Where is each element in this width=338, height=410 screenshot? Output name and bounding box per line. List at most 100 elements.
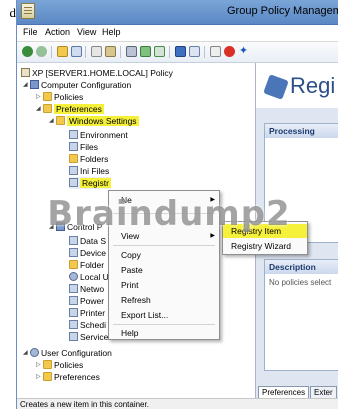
tree-preferences[interactable]: ◢ Preferences — [36, 103, 104, 115]
scheduled-tasks-icon — [69, 320, 78, 329]
help-icon[interactable] — [175, 46, 186, 57]
power-icon — [69, 296, 78, 305]
computer-icon — [30, 80, 39, 89]
tree-printers[interactable]: Printer — [69, 307, 105, 319]
menu-action[interactable]: Action — [45, 27, 70, 37]
network-icon — [69, 284, 78, 293]
tree-control-panel[interactable]: ◢ Control P — [49, 221, 102, 233]
paste-icon[interactable] — [105, 46, 116, 57]
menu-separator — [113, 245, 215, 246]
folder-icon — [43, 104, 52, 113]
new-submenu: Registry Item Registry Wizard — [222, 221, 308, 255]
collapse-arrow-icon[interactable]: ◢ — [23, 347, 30, 359]
tree-root[interactable]: XP [SERVER1.HOME.LOCAL] Policy — [21, 67, 173, 79]
tree-data-sources[interactable]: Data S — [69, 235, 106, 247]
registry-banner-icon — [263, 74, 289, 100]
description-header: Description — [265, 260, 338, 274]
app-icon — [21, 3, 35, 19]
tree-user-policies[interactable]: ▷ Policies — [36, 359, 83, 371]
show-hide-tree-icon[interactable] — [71, 46, 82, 57]
files-icon — [69, 142, 78, 151]
submenu-registry-item[interactable]: Registry Item — [223, 224, 307, 238]
refresh-icon[interactable] — [140, 46, 151, 57]
tree-devices[interactable]: Device — [69, 247, 106, 259]
tree-user-preferences[interactable]: ▷ Preferences — [36, 371, 100, 383]
folder-icon — [43, 360, 52, 369]
context-export-list[interactable]: Export List... — [109, 308, 219, 322]
devices-icon — [69, 248, 78, 257]
context-refresh[interactable]: Refresh — [109, 293, 219, 307]
menu-view[interactable]: View — [77, 27, 96, 37]
tree-local-users[interactable]: Local U — [69, 271, 109, 283]
export-icon[interactable] — [154, 46, 165, 57]
print-icon[interactable] — [126, 46, 137, 57]
environment-icon — [69, 130, 78, 139]
title-bar[interactable]: Group Policy Managemer — [17, 0, 338, 25]
submenu-registry-wizard[interactable]: Registry Wizard — [223, 239, 307, 253]
folder-icon — [43, 372, 52, 381]
context-view[interactable]: View ▶ — [109, 229, 219, 243]
delete-icon[interactable] — [224, 46, 235, 57]
ini-files-icon — [69, 166, 78, 175]
description-panel: Description No policies select — [264, 259, 338, 371]
tree-environment[interactable]: Environment — [69, 129, 128, 141]
menu-separator — [113, 213, 215, 214]
tree-ini-files[interactable]: Ini Files — [69, 165, 109, 177]
tree-power-options[interactable]: Power — [69, 295, 104, 307]
tree-user-configuration[interactable]: ◢ User Configuration — [23, 347, 112, 359]
control-panel-icon — [56, 222, 65, 231]
window-title: Group Policy Managemer — [227, 5, 338, 17]
data-sources-icon — [69, 236, 78, 245]
copy-icon[interactable] — [91, 46, 102, 57]
registry-banner: Regi — [256, 63, 338, 108]
folder-icon — [56, 116, 65, 125]
menu-separator — [113, 324, 215, 325]
collapse-arrow-icon[interactable]: ◢ — [36, 103, 43, 115]
tree-windows-settings[interactable]: ◢ Windows Settings — [49, 115, 139, 127]
registry-banner-title: Regi — [290, 73, 336, 98]
context-print[interactable]: Print — [109, 278, 219, 292]
tree-files[interactable]: Files — [69, 141, 98, 153]
context-menu: Ne ▶ View ▶ Copy Paste Print Refresh Expor… — [108, 190, 220, 340]
registry-icon — [69, 178, 78, 187]
toolbar-separator — [120, 46, 121, 58]
expand-arrow-icon[interactable]: ▷ — [36, 371, 43, 383]
tree-computer-configuration[interactable]: ◢ Computer Configuration — [23, 79, 131, 91]
tree-registry[interactable]: Registr — [69, 177, 111, 189]
context-copy[interactable]: Copy — [109, 248, 219, 262]
tree-scheduled-tasks[interactable]: Schedi — [69, 319, 106, 331]
context-help[interactable]: Help — [109, 326, 219, 340]
tree-services[interactable]: Services — [69, 331, 113, 343]
back-icon[interactable] — [22, 46, 33, 57]
processing-header: Processing — [265, 124, 338, 138]
tab-preferences[interactable]: Preferences — [258, 386, 310, 398]
menu-help[interactable]: Help — [102, 27, 121, 37]
submenu-arrow-icon: ▶ — [210, 197, 215, 203]
tree-network-options[interactable]: Netwo — [69, 283, 104, 295]
forward-icon[interactable] — [36, 46, 47, 57]
collapse-arrow-icon[interactable]: ◢ — [49, 115, 56, 127]
printer-icon — [69, 308, 78, 317]
menu-file[interactable]: File — [23, 27, 38, 37]
expand-arrow-icon[interactable]: ▷ — [36, 91, 43, 103]
up-icon[interactable] — [57, 46, 68, 57]
expand-arrow-icon[interactable]: ▷ — [36, 359, 43, 371]
stray-character: d — [9, 5, 17, 20]
context-new[interactable]: Ne ▶ — [109, 193, 219, 207]
tree-folders[interactable]: Folders — [69, 153, 108, 165]
toolbar-separator — [204, 46, 205, 58]
view-icon[interactable] — [189, 46, 200, 57]
new-icon[interactable]: ✦ — [238, 46, 249, 57]
tree-policies[interactable]: ▷ Policies — [36, 91, 83, 103]
policy-icon — [21, 68, 30, 77]
folder-icon — [43, 92, 52, 101]
menu-bar: File Action View Help — [17, 25, 338, 42]
tree-folder-options[interactable]: Folder — [69, 259, 104, 271]
services-icon — [69, 332, 78, 341]
collapse-arrow-icon[interactable]: ◢ — [23, 79, 30, 91]
properties-icon[interactable] — [210, 46, 221, 57]
collapse-arrow-icon[interactable]: ◢ — [49, 221, 56, 233]
folders-icon — [69, 154, 78, 163]
context-paste[interactable]: Paste — [109, 263, 219, 277]
tab-extended[interactable]: Exter — [310, 386, 337, 398]
